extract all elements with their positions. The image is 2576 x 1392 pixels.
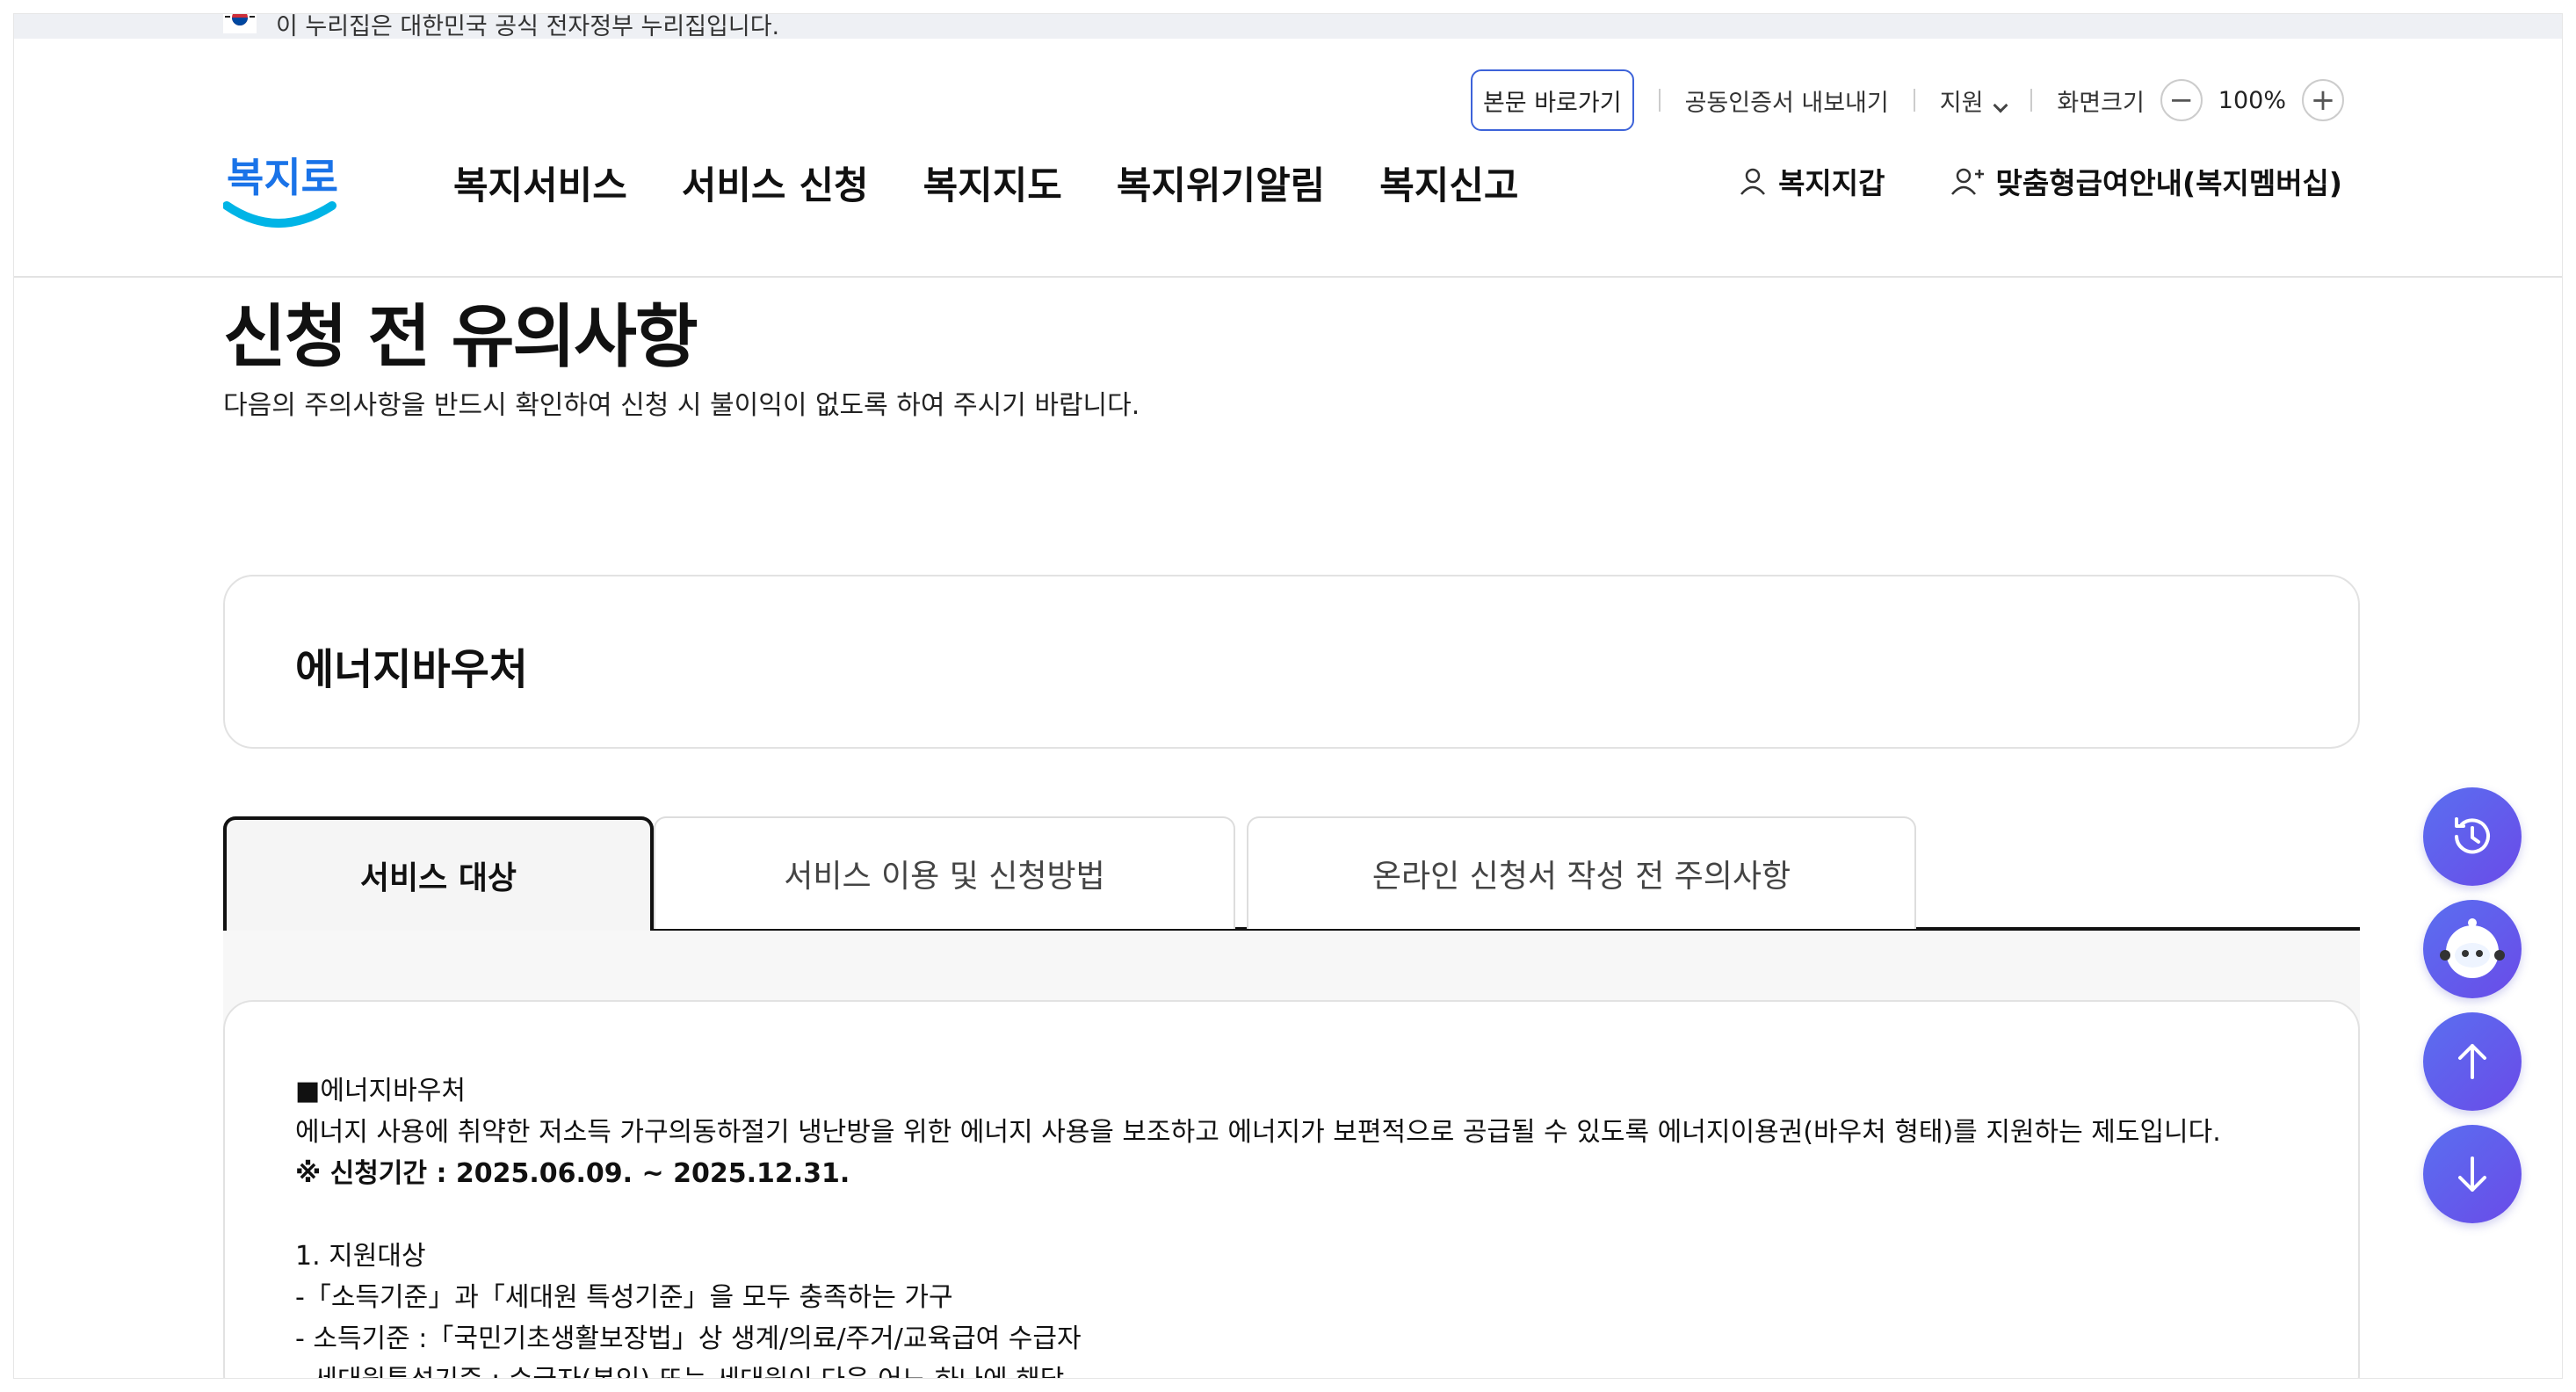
membership-link[interactable]: 맞춤형급여안내(복지멤버십) [1950,160,2342,202]
divider [1658,89,1661,112]
user-menu: 복지지갑 맞춤형급여안내(복지멤버십) [1738,160,2342,202]
zoom-value: 100% [2218,86,2286,114]
welfare-wallet-link[interactable]: 복지지갑 [1738,160,1885,202]
content-line: - 세대원특성기준 : 수급자(본인) 또는 세대원이 다음 어느 하나에 해당 [295,1359,2221,1378]
utility-bar: 본문 바로가기 공동인증서 내보내기 지원 화면크기 − 100% + [1470,69,2360,131]
tab-content-box: ■에너지바우처 에너지 사용에 취약한 저소득 가구의동하절기 냉난방을 위한 … [223,1000,2360,1378]
gov-banner: 이 누리집은 대한민국 공식 전자정부 누리집입니다. [14,13,2562,40]
chatbot-icon [2440,918,2505,978]
content-line: 에너지 사용에 취약한 저소득 가구의동하절기 냉난방을 위한 에너지 사용을 … [295,1117,2221,1148]
page-description: 다음의 주의사항을 반드시 확인하여 신청 시 불이익이 없도록 하여 주시기 … [223,390,1140,421]
support-label: 지원 [1939,89,1984,117]
content-line: - 소득기준 :「국민기초생활보장법」상 생계/의료/주거/교육급여 수급자 [295,1323,1082,1354]
logo-text: 복지로 [227,154,337,201]
nav-crisis-alert[interactable]: 복지위기알림 [1117,156,1325,210]
arrow-down-icon [2458,1156,2486,1192]
content-line: ■에너지바우처 [295,1076,466,1106]
scroll-bottom-button[interactable] [2423,1125,2522,1223]
user-add-icon [1950,168,1984,195]
gov-banner-text: 이 누리집은 대한민국 공식 전자정부 누리집입니다. [276,13,780,40]
scroll-top-button[interactable] [2423,1012,2522,1111]
user-icon [1740,168,1766,195]
cert-export-link[interactable]: 공동인증서 내보내기 [1685,83,1889,118]
chatbot-button[interactable] [2423,900,2522,998]
site-header: 본문 바로가기 공동인증서 내보내기 지원 화면크기 − 100% + 복지로 … [14,39,2562,278]
content-line: -「소득기준」과「세대원 특성기준」을 모두 충족하는 가구 [295,1282,953,1313]
nav-welfare-service[interactable]: 복지서비스 [453,156,627,210]
welfare-wallet-label: 복지지갑 [1778,166,1885,200]
tab-content-text: ■에너지바우처 에너지 사용에 취약한 저소득 가구의동하절기 냉난방을 위한 … [295,1070,2221,1378]
divider [2030,89,2033,112]
nav-service-apply[interactable]: 서비스 신청 [682,156,869,210]
chevron-down-icon [1993,98,2008,112]
zoom-in-button[interactable]: + [2302,79,2344,121]
content-line: 1. 지원대상 [295,1241,426,1272]
arrow-up-icon [2458,1044,2486,1079]
zoom-out-button[interactable]: − [2160,79,2203,121]
application-period: ※ 신청기간 : 2025.06.09. ~ 2025.12.31. [295,1158,850,1189]
nav-welfare-report[interactable]: 복지신고 [1379,156,1518,210]
divider [1913,89,1915,112]
tab-online-notice[interactable]: 온라인 신청서 작성 전 주의사항 [1247,816,1916,929]
service-card: 에너지바우처 [223,575,2360,749]
main-nav: 복지서비스 서비스 신청 복지지도 복지위기알림 복지신고 [453,156,1573,210]
browser-viewport: 이 누리집은 대한민국 공식 전자정부 누리집입니다. 본문 바로가기 공동인증… [13,13,2563,1379]
recent-history-button[interactable] [2423,787,2522,886]
tab-service-usage[interactable]: 서비스 이용 및 신청방법 [654,816,1235,929]
korea-flag-icon [223,14,257,33]
page-title: 신청 전 유의사항 [223,298,698,377]
service-name: 에너지바우처 [295,645,528,694]
nav-welfare-map[interactable]: 복지지도 [923,156,1062,210]
support-dropdown[interactable]: 지원 [1939,83,2008,118]
zoom-label: 화면크기 [2057,89,2145,117]
history-icon [2455,817,2490,854]
bokjiro-logo-icon: 복지로 [223,154,337,228]
skip-to-content-button[interactable]: 본문 바로가기 [1470,69,1634,131]
tab-service-target[interactable]: 서비스 대상 [223,816,654,931]
tab-bar: 서비스 이용 및 신청방법 온라인 신청서 작성 전 주의사항 서비스 대상 [223,816,2360,944]
membership-label: 맞춤형급여안내(복지멤버십) [1995,166,2342,200]
